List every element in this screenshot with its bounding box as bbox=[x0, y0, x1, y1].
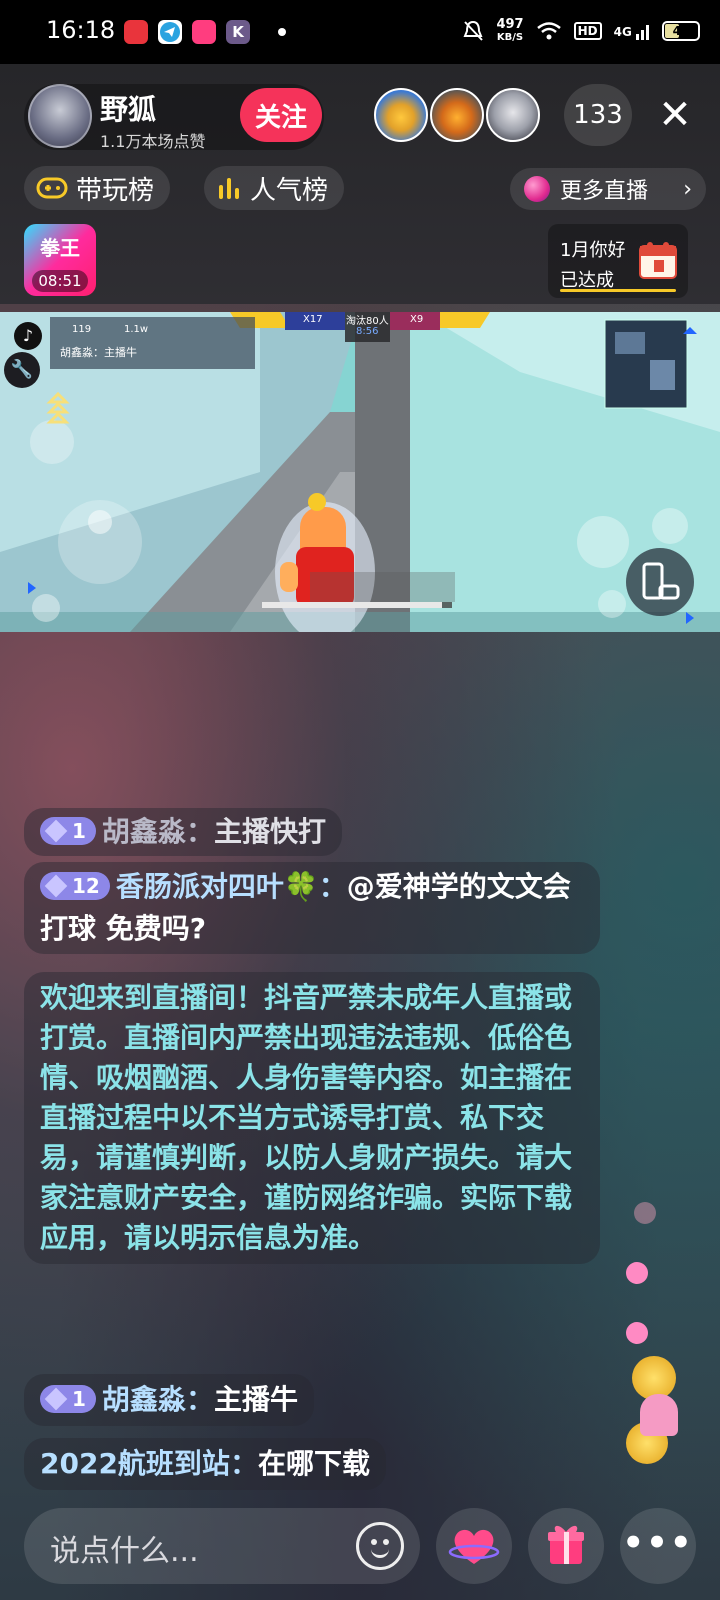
chevron-right-icon: › bbox=[683, 176, 692, 202]
level-number: 1 bbox=[72, 1387, 86, 1411]
hd-badge: HD bbox=[573, 22, 602, 40]
notification-dot bbox=[278, 28, 286, 36]
event-badge[interactable]: 拳王 08:51 bbox=[24, 224, 96, 296]
viewer-avatar[interactable] bbox=[486, 88, 540, 142]
rank-tab-play[interactable]: 带玩榜 bbox=[24, 166, 171, 210]
bar-chart-icon bbox=[219, 178, 239, 199]
task-progress bbox=[560, 289, 676, 292]
host-likes: 1.1万本场点赞 bbox=[100, 132, 206, 151]
screen-rotate-button[interactable] bbox=[626, 548, 694, 616]
signal-icon: 4G bbox=[614, 22, 650, 40]
heart-icon bbox=[448, 1529, 500, 1564]
viewer-avatar[interactable] bbox=[430, 88, 484, 142]
rotate-device-icon bbox=[642, 562, 680, 600]
close-icon[interactable]: ✕ bbox=[652, 92, 698, 138]
chat-message[interactable]: 1 胡鑫淼：主播快打 bbox=[24, 808, 342, 856]
k-app-icon: K bbox=[226, 20, 250, 44]
task-title: 1月你好 bbox=[560, 240, 626, 261]
task-card[interactable]: 1月你好 已达成 bbox=[548, 224, 688, 298]
follow-button[interactable]: 关注 bbox=[240, 88, 322, 142]
viewer-count[interactable]: 133 bbox=[564, 84, 632, 146]
chat-text: 主播快打 bbox=[213, 815, 326, 848]
live-video[interactable]: X17 X9 淘汰80人 8:56 119 1.1w 胡鑫淼：主播牛 ♪ 🔧 bbox=[0, 312, 720, 632]
heart-bubble-icon bbox=[626, 1262, 648, 1284]
wrench-icon[interactable]: 🔧 bbox=[4, 352, 40, 388]
hud-team-right: X9 bbox=[410, 314, 424, 325]
battery-level: 46 bbox=[672, 24, 690, 38]
signal-label: 4G bbox=[613, 25, 632, 39]
status-bar: 16:18 K 497 KB/S HD 4G 46 bbox=[0, 0, 720, 64]
video-app-icon bbox=[192, 20, 216, 44]
chat-username[interactable]: 2022航班到站 bbox=[40, 1447, 230, 1480]
gift-icon bbox=[548, 1525, 584, 1564]
user-level-badge: 1 bbox=[40, 1385, 96, 1413]
chat-message[interactable]: 12 香肠派对四叶🍀：@爱神学的文文会打球 免费吗? bbox=[24, 862, 600, 954]
more-dots-icon: ••• bbox=[622, 1523, 694, 1563]
game-scene bbox=[0, 312, 720, 632]
more-options-button[interactable]: ••• bbox=[620, 1508, 696, 1584]
gift-button[interactable] bbox=[528, 1508, 604, 1584]
chat-separator: ： bbox=[229, 1447, 258, 1480]
viewer-avatar[interactable] bbox=[374, 88, 428, 142]
hud-chat-line: 胡鑫淼：主播牛 bbox=[60, 346, 137, 359]
system-notice-text: 欢迎来到直播间！抖音严禁未成年人直播或打赏。直播间内严禁出现违法违规、低俗色情、… bbox=[40, 981, 573, 1254]
chat-username[interactable]: 胡鑫淼 bbox=[102, 815, 186, 848]
chat-text: 主播牛 bbox=[213, 1383, 298, 1416]
chat-separator: ： bbox=[185, 1383, 214, 1416]
rank-tab-label: 带玩榜 bbox=[76, 175, 155, 206]
telegram-app-icon bbox=[158, 20, 182, 44]
host-avatar[interactable] bbox=[28, 84, 92, 148]
level-number: 12 bbox=[72, 874, 100, 898]
comment-input[interactable]: 说点什么... bbox=[24, 1508, 420, 1584]
hud-stat-kills: 119 bbox=[72, 324, 92, 335]
chat-text: 在哪下载 bbox=[257, 1447, 370, 1480]
ghost-icon bbox=[640, 1394, 678, 1436]
rank-tab-popularity[interactable]: 人气榜 bbox=[204, 166, 345, 210]
wifi-icon bbox=[536, 22, 561, 40]
net-speed-unit: KB/S bbox=[496, 32, 524, 43]
badge-title: 拳王 bbox=[40, 236, 80, 260]
chat-username[interactable]: 胡鑫淼 bbox=[102, 1383, 186, 1416]
hud-timer: 8:56 bbox=[356, 326, 379, 337]
system-notice: 欢迎来到直播间！抖音严禁未成年人直播或打赏。直播间内严禁出现违法违规、低俗色情、… bbox=[24, 972, 600, 1264]
gamepad-icon bbox=[36, 177, 68, 199]
like-button[interactable] bbox=[436, 1508, 512, 1584]
chat-message[interactable]: 2022航班到站：在哪下载 bbox=[24, 1438, 386, 1490]
heart-bubble-icon bbox=[626, 1322, 648, 1344]
host-name: 野狐 bbox=[100, 93, 157, 126]
emoji-icon[interactable] bbox=[356, 1522, 404, 1570]
recorder-app-icon bbox=[124, 20, 148, 44]
more-live-label: 更多直播 bbox=[560, 179, 649, 204]
battery-icon: 46 bbox=[662, 21, 700, 41]
chat-username[interactable]: 香肠派对四叶🍀 bbox=[116, 870, 319, 903]
badge-timer: 08:51 bbox=[32, 270, 88, 292]
comment-placeholder: 说点什么... bbox=[50, 1534, 199, 1569]
chat-separator: ： bbox=[185, 815, 214, 848]
calendar-icon bbox=[639, 242, 677, 279]
heart-bubble-icon bbox=[634, 1202, 656, 1224]
status-time: 16:18 bbox=[46, 16, 116, 44]
hud-stat-likes: 1.1w bbox=[124, 324, 149, 335]
net-speed-value: 497 bbox=[496, 17, 524, 32]
mute-bell-icon bbox=[463, 20, 484, 41]
level-number: 1 bbox=[72, 819, 86, 843]
user-level-badge: 1 bbox=[40, 817, 96, 845]
more-live-button[interactable]: 更多直播 › bbox=[510, 168, 706, 210]
chat-message[interactable]: 1 胡鑫淼：主播牛 bbox=[24, 1374, 314, 1426]
live-header: 野狐 1.1万本场点赞 关注 133 ✕ 带玩榜 人气榜 更多直播 › 拳王 0… bbox=[0, 64, 720, 304]
hud-team-left: X17 bbox=[303, 314, 323, 325]
user-level-badge: 12 bbox=[40, 872, 110, 900]
rank-tab-label: 人气榜 bbox=[250, 175, 329, 206]
hud-eliminated: 淘汰80人 bbox=[346, 316, 389, 327]
tiktok-watermark-icon: ♪ bbox=[14, 322, 42, 350]
bottom-bar: 说点什么... ••• bbox=[0, 1500, 720, 1600]
chat-separator: ： bbox=[318, 870, 347, 903]
live-ball-icon bbox=[524, 176, 550, 202]
net-speed: 497 KB/S bbox=[496, 18, 523, 44]
